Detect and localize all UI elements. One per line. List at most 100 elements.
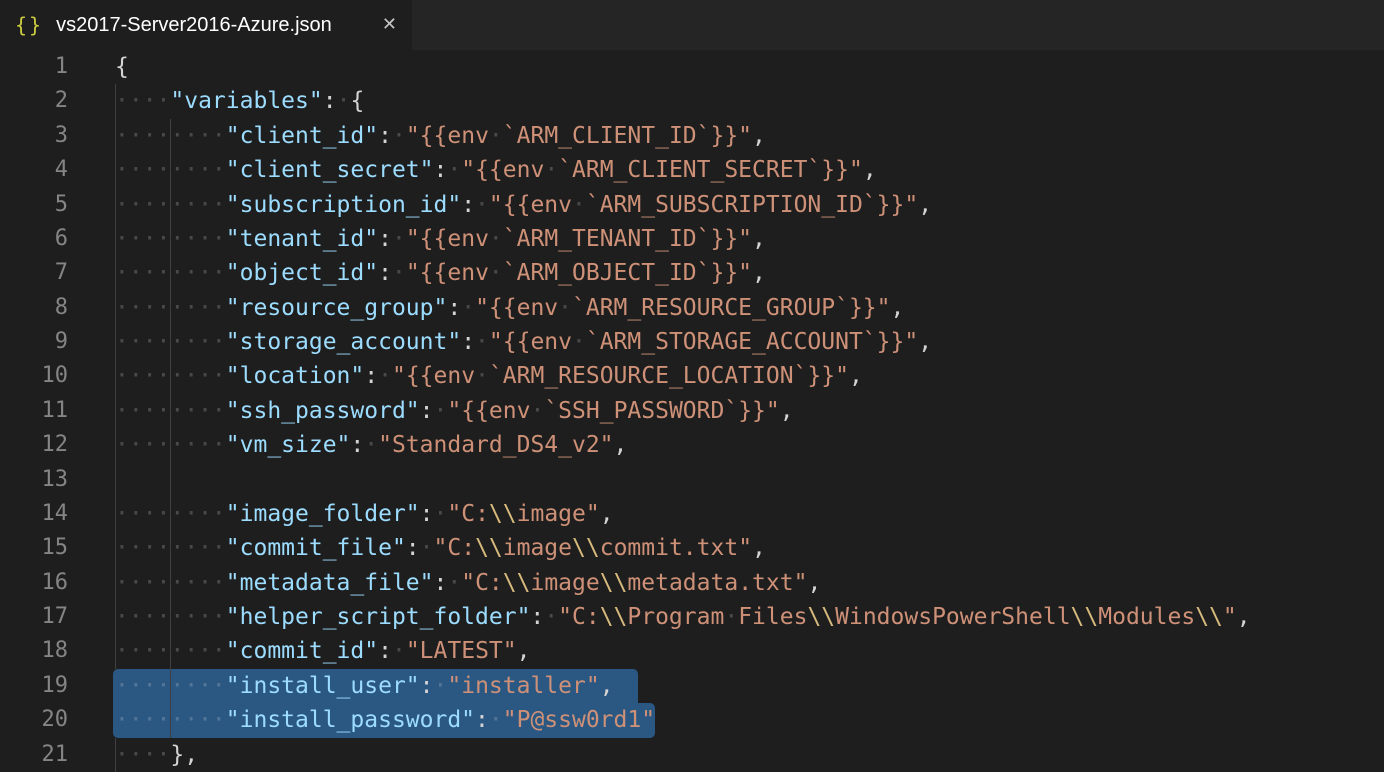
selection-highlight: ········"install_password":·"P@ssw0rd1" xyxy=(113,703,655,737)
code-line-content[interactable]: ········"location":·"{{env·`ARM_RESOURCE… xyxy=(115,359,1384,393)
code-line-content[interactable]: ········"vm_size":·"Standard_DS4_v2", xyxy=(115,428,1384,462)
line-number[interactable]: 3 xyxy=(0,119,115,153)
code-line[interactable]: 7········"object_id":·"{{env·`ARM_OBJECT… xyxy=(0,256,1384,290)
line-number[interactable]: 19 xyxy=(0,669,115,703)
indent-guide xyxy=(115,188,116,222)
code-editor[interactable]: 1{2····"variables":·{3········"client_id… xyxy=(0,50,1384,772)
indent-guide xyxy=(115,738,116,772)
indent-guide xyxy=(115,428,116,462)
indent-guide xyxy=(115,634,116,668)
indent-guide xyxy=(170,153,171,187)
line-number[interactable]: 5 xyxy=(0,188,115,222)
line-number[interactable]: 9 xyxy=(0,325,115,359)
code-line-content[interactable]: ········"client_secret":·"{{env·`ARM_CLI… xyxy=(115,153,1384,187)
code-line[interactable]: 2····"variables":·{ xyxy=(0,84,1384,118)
code-line-content[interactable]: { xyxy=(115,50,1384,84)
indent-guide xyxy=(170,703,171,737)
indent-guide xyxy=(170,463,171,497)
code-line[interactable]: 13 xyxy=(0,463,1384,497)
code-line-content[interactable]: ········"object_id":·"{{env·`ARM_OBJECT_… xyxy=(115,256,1384,290)
line-number[interactable]: 17 xyxy=(0,600,115,634)
line-number[interactable]: 18 xyxy=(0,634,115,668)
code-line-content[interactable]: ········"commit_id":·"LATEST", xyxy=(115,634,1384,668)
line-number[interactable]: 6 xyxy=(0,222,115,256)
code-line[interactable]: 11········"ssh_password":·"{{env·`SSH_PA… xyxy=(0,394,1384,428)
indent-guide xyxy=(170,394,171,428)
code-line[interactable]: 6········"tenant_id":·"{{env·`ARM_TENANT… xyxy=(0,222,1384,256)
code-line-content[interactable]: ········"storage_account":·"{{env·`ARM_S… xyxy=(115,325,1384,359)
code-line-content[interactable]: ········"install_user":·"installer", xyxy=(115,669,1384,703)
code-line[interactable]: 9········"storage_account":·"{{env·`ARM_… xyxy=(0,325,1384,359)
code-line-content[interactable]: ········"resource_group":·"{{env·`ARM_RE… xyxy=(115,291,1384,325)
code-line[interactable]: 4········"client_secret":·"{{env·`ARM_CL… xyxy=(0,153,1384,187)
indent-guide xyxy=(115,256,116,290)
line-number[interactable]: 13 xyxy=(0,463,115,497)
code-line-content[interactable]: ········"commit_file":·"C:\\image\\commi… xyxy=(115,531,1384,565)
indent-guide xyxy=(115,497,116,531)
code-line-content[interactable]: ········"image_folder":·"C:\\image", xyxy=(115,497,1384,531)
code-line[interactable]: 16········"metadata_file":·"C:\\image\\m… xyxy=(0,566,1384,600)
line-number[interactable]: 2 xyxy=(0,84,115,118)
indent-guide xyxy=(170,600,171,634)
indent-guide xyxy=(170,325,171,359)
line-number[interactable]: 12 xyxy=(0,428,115,462)
code-line-content[interactable]: ········"client_id":·"{{env·`ARM_CLIENT_… xyxy=(115,119,1384,153)
code-line-content[interactable] xyxy=(115,463,1384,497)
code-line[interactable]: 10········"location":·"{{env·`ARM_RESOUR… xyxy=(0,359,1384,393)
code-line[interactable]: 1{ xyxy=(0,50,1384,84)
code-line-content[interactable]: ········"tenant_id":·"{{env·`ARM_TENANT_… xyxy=(115,222,1384,256)
line-number[interactable]: 21 xyxy=(0,738,115,772)
line-number[interactable]: 20 xyxy=(0,703,115,737)
indent-guide xyxy=(115,600,116,634)
code-line-content[interactable]: ········"subscription_id":·"{{env·`ARM_S… xyxy=(115,188,1384,222)
line-number[interactable]: 11 xyxy=(0,394,115,428)
code-line[interactable]: 18········"commit_id":·"LATEST", xyxy=(0,634,1384,668)
editor-lines: 1{2····"variables":·{3········"client_id… xyxy=(0,50,1384,772)
line-number[interactable]: 8 xyxy=(0,291,115,325)
line-number[interactable]: 10 xyxy=(0,359,115,393)
code-line-content[interactable]: ········"install_password":·"P@ssw0rd1" xyxy=(115,703,1384,737)
indent-guide xyxy=(115,394,116,428)
code-line[interactable]: 5········"subscription_id":·"{{env·`ARM_… xyxy=(0,188,1384,222)
line-number[interactable]: 16 xyxy=(0,566,115,600)
indent-guide xyxy=(115,531,116,565)
code-line[interactable]: 21····}, xyxy=(0,738,1384,772)
code-line-content[interactable]: ····"variables":·{ xyxy=(115,84,1384,118)
code-line[interactable]: 8········"resource_group":·"{{env·`ARM_R… xyxy=(0,291,1384,325)
code-line[interactable]: 3········"client_id":·"{{env·`ARM_CLIENT… xyxy=(0,119,1384,153)
code-line[interactable]: 15········"commit_file":·"C:\\image\\com… xyxy=(0,531,1384,565)
indent-guide xyxy=(115,463,116,497)
indent-guide xyxy=(170,497,171,531)
indent-guide xyxy=(170,222,171,256)
code-line-content[interactable]: ········"ssh_password":·"{{env·`SSH_PASS… xyxy=(115,394,1384,428)
code-line[interactable]: 19········"install_user":·"installer", xyxy=(0,669,1384,703)
code-line-content[interactable]: ········"metadata_file":·"C:\\image\\met… xyxy=(115,566,1384,600)
indent-guide xyxy=(170,428,171,462)
line-number[interactable]: 7 xyxy=(0,256,115,290)
code-line-content[interactable]: ····}, xyxy=(115,738,1384,772)
indent-guide xyxy=(115,325,116,359)
line-number[interactable]: 1 xyxy=(0,50,115,84)
code-line[interactable]: 17········"helper_script_folder":·"C:\\P… xyxy=(0,600,1384,634)
indent-guide xyxy=(170,359,171,393)
indent-guide xyxy=(115,291,116,325)
indent-guide xyxy=(170,531,171,565)
line-number[interactable]: 4 xyxy=(0,153,115,187)
line-number[interactable]: 14 xyxy=(0,497,115,531)
tab-vs2017-server2016-azure-json[interactable]: {} vs2017-Server2016-Azure.json ✕ xyxy=(0,0,412,50)
indent-guide xyxy=(170,256,171,290)
code-line[interactable]: 14········"image_folder":·"C:\\image", xyxy=(0,497,1384,531)
indent-guide xyxy=(115,359,116,393)
line-number[interactable]: 15 xyxy=(0,531,115,565)
indent-guide xyxy=(115,222,116,256)
indent-guide xyxy=(115,566,116,600)
indent-guide xyxy=(170,119,171,153)
json-braces-icon: {} xyxy=(15,13,43,37)
tab-title: vs2017-Server2016-Azure.json xyxy=(56,14,332,37)
indent-guide xyxy=(170,291,171,325)
tab-close-icon[interactable]: ✕ xyxy=(382,16,397,34)
indent-guide xyxy=(170,634,171,668)
code-line[interactable]: 20········"install_password":·"P@ssw0rd1… xyxy=(0,703,1384,737)
code-line[interactable]: 12········"vm_size":·"Standard_DS4_v2", xyxy=(0,428,1384,462)
code-line-content[interactable]: ········"helper_script_folder":·"C:\\Pro… xyxy=(115,600,1384,634)
